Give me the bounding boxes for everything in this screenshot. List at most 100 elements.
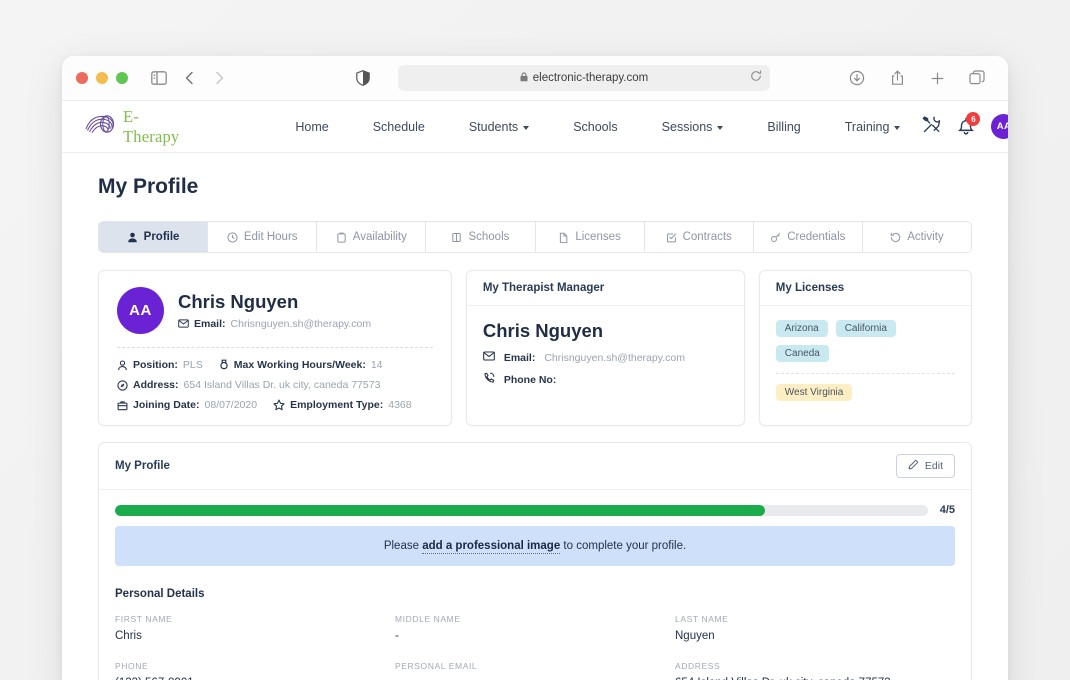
manager-card-heading: My Therapist Manager [466, 271, 744, 306]
detail-row: Address: 654 Island Villas Dr. uk city, … [117, 379, 433, 391]
tab-overview-icon[interactable] [964, 65, 990, 91]
alert-prefix: Please [383, 540, 423, 552]
employment-type-field: Employment Type: 4368 [273, 399, 412, 411]
tab-edit-hours[interactable]: Edit Hours [208, 222, 318, 252]
nav-label: Students [468, 119, 519, 134]
position-value: PLS [182, 359, 203, 371]
employment-type-value: 4368 [388, 399, 412, 411]
alert-suffix: to complete your profile. [560, 540, 687, 552]
reload-icon[interactable] [750, 69, 762, 87]
tab-label: Contracts [682, 231, 732, 243]
sidebar-toggle-icon[interactable] [146, 65, 172, 91]
tab-activity[interactable]: Activity [863, 222, 971, 252]
profile-completion: 4/5 [115, 504, 955, 516]
field-label: PHONE [115, 661, 149, 671]
lock-icon [520, 71, 528, 85]
max-hours-field: Max Working Hours/Week: 14 [219, 359, 383, 371]
nav-item-training[interactable]: Training [823, 120, 923, 134]
address-label: Address: [133, 379, 179, 391]
notifications-button[interactable]: 6 [957, 112, 981, 136]
field-label: LAST NAME [675, 614, 729, 624]
nav-item-students[interactable]: Students [447, 120, 551, 134]
license-tag[interactable]: Caneda [775, 345, 829, 362]
tab-label: Credentials [787, 231, 846, 243]
nav-item-home[interactable]: Home [273, 120, 350, 134]
joining-date-value: 08/07/2020 [204, 399, 258, 411]
document-icon [558, 232, 569, 243]
nav-item-sessions[interactable]: Sessions [640, 120, 746, 134]
user-icon [127, 232, 138, 243]
back-arrow-icon[interactable] [176, 65, 202, 91]
summary-cards: AA Chris Nguyen Email: Chrisnguyen.sh@th… [98, 270, 973, 426]
nav-item-schools[interactable]: Schools [551, 120, 639, 134]
edit-button[interactable]: Edit [895, 454, 955, 478]
user-icon [117, 359, 128, 371]
page-content: My Profile Profile Edit Hours Availabili… [62, 153, 1008, 680]
license-tag[interactable]: California [835, 320, 896, 337]
minimize-window-button[interactable] [96, 72, 108, 84]
tools-icon[interactable] [922, 115, 941, 139]
close-window-button[interactable] [76, 72, 88, 84]
tab-label: Availability [352, 231, 407, 243]
nav-label: Billing [767, 119, 801, 134]
profile-summary-card: AA Chris Nguyen Email: Chrisnguyen.sh@th… [98, 270, 452, 426]
field-label: ADDRESS [675, 661, 721, 671]
profile-name: Chris Nguyen [178, 291, 299, 313]
address-field: Address: 654 Island Villas Dr. uk city, … [117, 379, 380, 391]
tab-profile[interactable]: Profile [99, 222, 209, 252]
nav-label: Schedule [372, 119, 425, 134]
user-avatar[interactable]: AA [991, 114, 1008, 139]
browser-window: electronic-therapy.com E-Therapy Home Sc… [62, 56, 1008, 680]
phone-icon [483, 372, 495, 387]
logo-text: E-Therapy [123, 106, 180, 146]
navbar-actions: 6 AA [922, 112, 1008, 139]
field-phone: PHONE (123) 567-8901 [115, 661, 395, 680]
manager-contact: Email: Chrisnguyen.sh@therapy.com Phone … [482, 351, 728, 387]
manager-email-value: Chrisnguyen.sh@therapy.com [544, 351, 685, 364]
field-value: - [395, 630, 399, 642]
tab-credentials[interactable]: Credentials [754, 222, 863, 252]
max-hours-value: 14 [370, 359, 383, 371]
download-icon[interactable] [844, 65, 870, 91]
address-bar[interactable]: electronic-therapy.com [398, 65, 770, 91]
logo-mark-icon [84, 114, 116, 139]
employment-type-label: Employment Type: [290, 399, 384, 411]
detail-row: Joining Date: 08/07/2020 Employment Type… [117, 399, 433, 411]
divider [775, 373, 956, 374]
plus-icon[interactable] [924, 65, 950, 91]
window-traffic-lights [76, 72, 128, 84]
url-display: electronic-therapy.com [407, 71, 761, 85]
progress-track [115, 504, 928, 516]
joining-date-label: Joining Date: [133, 399, 200, 411]
privacy-shield-icon[interactable] [350, 65, 376, 91]
email-label: Email: [194, 317, 226, 330]
license-tag[interactable]: Arizona [775, 320, 828, 337]
envelope-icon [482, 351, 495, 364]
tab-licenses[interactable]: Licenses [536, 222, 645, 252]
tab-schools[interactable]: Schools [426, 222, 536, 252]
position-field: Position: PLS [117, 359, 203, 371]
field-personal-email: PERSONAL EMAIL - [395, 661, 675, 680]
nav-label: Schools [573, 119, 618, 134]
field-value: Nguyen [675, 630, 715, 642]
tab-label: Licenses [575, 231, 621, 243]
browser-toolbar: electronic-therapy.com [62, 56, 1008, 101]
nav-item-billing[interactable]: Billing [745, 120, 822, 134]
license-tag[interactable]: West Virginia [775, 384, 853, 401]
share-icon[interactable] [884, 65, 910, 91]
field-last-name: LAST NAME Nguyen [675, 614, 955, 642]
position-label: Position: [133, 359, 178, 371]
tab-contracts[interactable]: Contracts [645, 222, 754, 252]
tab-availability[interactable]: Availability [317, 222, 427, 252]
book-icon [451, 232, 462, 243]
forward-arrow-icon[interactable] [206, 65, 232, 91]
add-professional-image-link[interactable]: add a professional image [422, 540, 561, 554]
profile-tabs: Profile Edit Hours Availability Schools … [98, 221, 972, 253]
maximize-window-button[interactable] [116, 72, 128, 84]
manager-card-body: Chris Nguyen Email: Chrisnguyen.sh@thera… [467, 306, 744, 403]
field-middle-name: MIDDLE NAME - [395, 614, 675, 642]
app-logo[interactable]: E-Therapy [84, 107, 179, 147]
tab-label: Schools [468, 231, 510, 243]
nav-item-schedule[interactable]: Schedule [351, 120, 447, 134]
max-hours-label: Max Working Hours/Week: [233, 359, 366, 371]
